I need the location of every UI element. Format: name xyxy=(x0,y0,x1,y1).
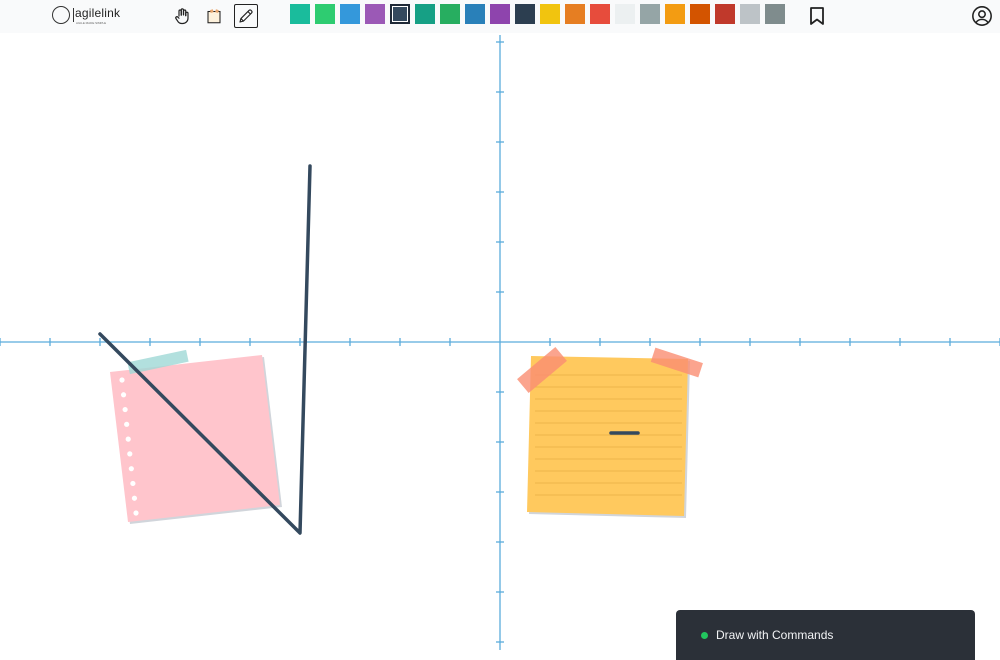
color-swatch-9[interactable] xyxy=(490,4,510,24)
color-swatch-13[interactable] xyxy=(590,4,610,24)
logo-text: agilelink xyxy=(75,6,121,20)
color-swatch-6[interactable] xyxy=(415,4,435,24)
top-toolbar: agilelink AGILE MADE SIMPLE xyxy=(0,0,1000,33)
sticky-note-tool-button[interactable] xyxy=(202,4,226,28)
color-swatch-17[interactable] xyxy=(690,4,710,24)
logo-tagline: AGILE MADE SIMPLE xyxy=(76,21,107,25)
binder-hole xyxy=(127,451,133,457)
sticky-note-icon xyxy=(207,9,221,24)
binder-hole xyxy=(119,377,125,383)
color-swatch-11[interactable] xyxy=(540,4,560,24)
binder-hole xyxy=(133,510,139,516)
color-swatch-5[interactable] xyxy=(390,4,410,24)
color-swatch-8[interactable] xyxy=(465,4,485,24)
yellow-note-paper xyxy=(527,356,688,516)
pencil-tool-button[interactable] xyxy=(234,4,258,28)
drawing-canvas[interactable] xyxy=(0,33,1000,660)
account-button[interactable] xyxy=(970,4,994,28)
binder-hole xyxy=(120,392,127,398)
color-swatch-3[interactable] xyxy=(340,4,360,24)
binder-hole xyxy=(131,495,138,501)
binder-hole xyxy=(125,436,131,442)
color-swatch-1[interactable] xyxy=(290,4,310,24)
command-panel[interactable]: Draw with Commands xyxy=(676,610,975,660)
binder-hole xyxy=(124,421,130,427)
color-swatch-14[interactable] xyxy=(615,4,635,24)
color-swatch-19[interactable] xyxy=(740,4,760,24)
pink-sticky-note[interactable] xyxy=(110,349,282,524)
logo-divider xyxy=(73,8,74,22)
coordinate-axes xyxy=(0,35,1000,650)
color-swatch-2[interactable] xyxy=(315,4,335,24)
bookmark-button[interactable] xyxy=(806,4,828,28)
color-swatch-10[interactable] xyxy=(515,4,535,24)
binder-hole xyxy=(122,406,128,413)
bookmark-icon xyxy=(810,7,824,25)
status-indicator xyxy=(701,632,708,639)
color-swatch-4[interactable] xyxy=(365,4,385,24)
binder-hole xyxy=(130,480,136,487)
command-panel-label: Draw with Commands xyxy=(716,628,834,642)
color-swatch-7[interactable] xyxy=(440,4,460,24)
pencil-icon xyxy=(239,9,253,23)
binder-hole xyxy=(128,466,134,472)
color-swatch-16[interactable] xyxy=(665,4,685,24)
account-icon xyxy=(972,6,992,26)
app-logo[interactable]: agilelink AGILE MADE SIMPLE xyxy=(52,4,132,28)
color-swatch-15[interactable] xyxy=(640,4,660,24)
color-swatch-18[interactable] xyxy=(715,4,735,24)
hand-icon xyxy=(175,8,189,25)
hand-tool-button[interactable] xyxy=(170,4,194,28)
logo-mark-icon xyxy=(52,6,70,24)
color-swatch-20[interactable] xyxy=(765,4,785,24)
color-swatch-12[interactable] xyxy=(565,4,585,24)
